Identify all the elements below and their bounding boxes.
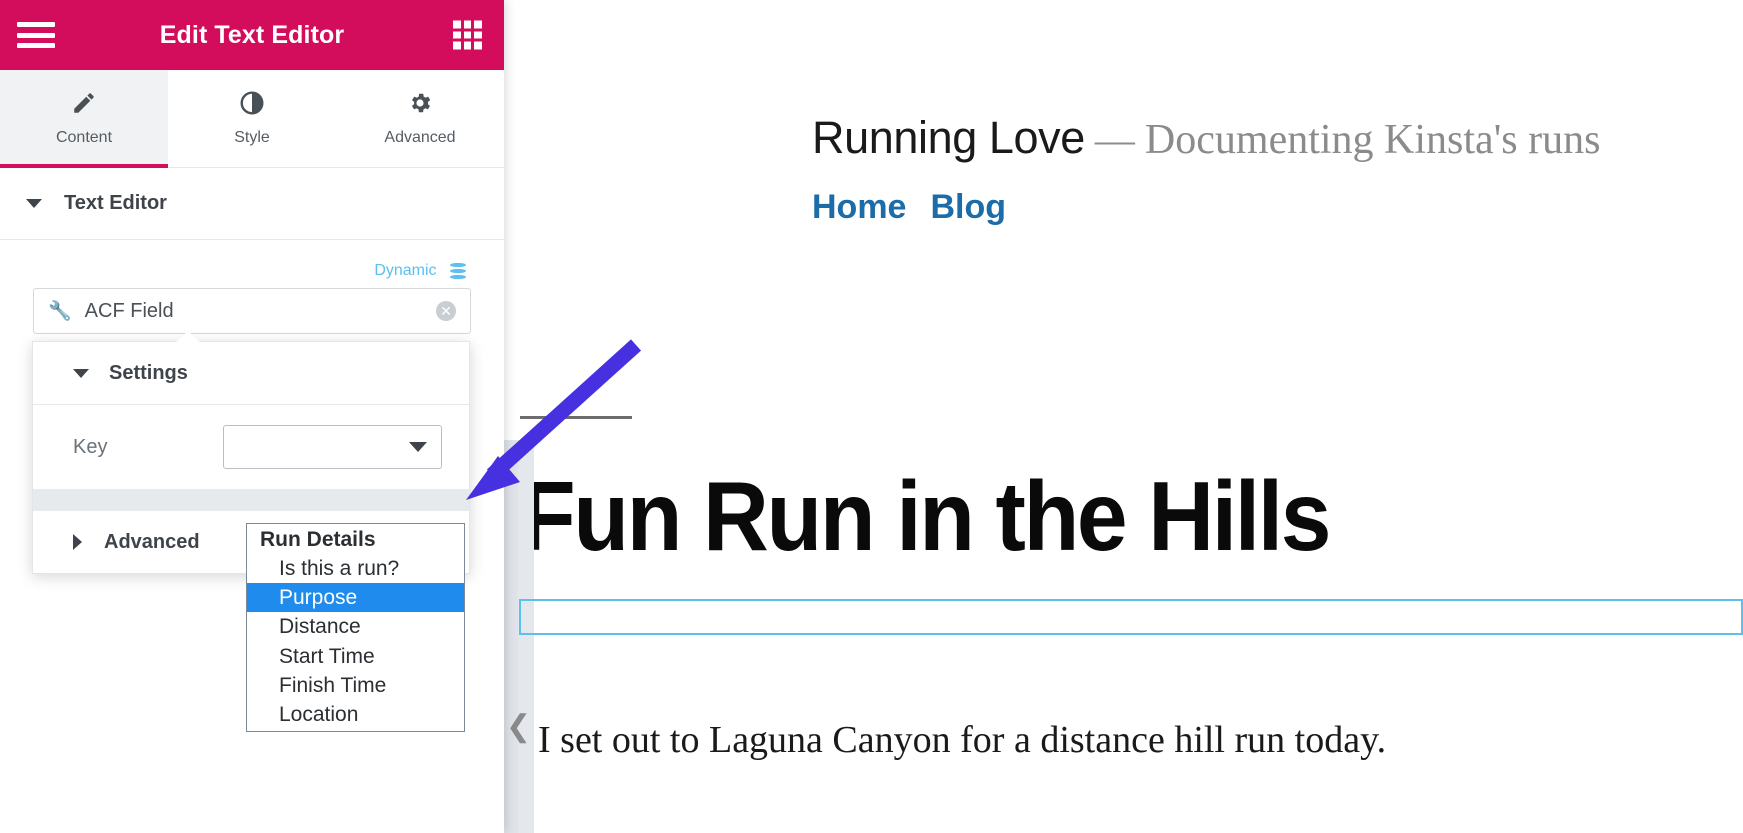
dropdown-option[interactable]: Distance [247,612,464,641]
dropdown-option[interactable]: Start Time [247,642,464,671]
site-nav: Home Blog [812,188,1030,227]
section-text-editor-label: Text Editor [64,192,167,214]
panel-title: Edit Text Editor [159,20,345,49]
contrast-icon [239,90,265,120]
acf-field-tag[interactable]: 🔧 ACF Field ✕ [33,288,471,335]
key-dropdown-list[interactable]: Run Details Is this a run? Purpose Dista… [246,523,465,733]
chevron-left-icon[interactable]: ❮ [506,712,531,742]
wrench-icon[interactable]: 🔧 [48,299,72,323]
site-title: Running Love [812,112,1085,163]
tab-style[interactable]: Style [168,70,336,167]
dropdown-option[interactable]: Is this a run? [247,554,464,583]
nav-link-home[interactable]: Home [812,188,906,226]
tab-advanced-label: Advanced [384,129,456,146]
dynamic-toggle-row: Dynamic [0,240,504,288]
tab-content[interactable]: Content [0,70,168,168]
chevron-down-icon [73,368,89,378]
key-control-row: Key [33,405,469,489]
key-label: Key [73,435,108,458]
panel-header: Edit Text Editor [0,0,504,70]
selected-widget-outline[interactable] [519,599,1743,635]
nav-link-blog[interactable]: Blog [930,188,1006,226]
key-select[interactable] [223,425,442,469]
tab-style-label: Style [234,129,270,146]
dropdown-option[interactable]: Location [247,700,464,729]
tab-content-label: Content [55,129,113,146]
canvas-left-shade-inner [504,440,518,833]
popover-divider [33,489,469,511]
dropdown-option[interactable]: Finish Time [247,671,464,700]
post-title: Fun Run in the Hills [520,461,1331,571]
grid-icon[interactable] [453,20,482,50]
tab-advanced[interactable]: Advanced [336,70,504,167]
dropdown-group-label: Run Details [260,528,376,551]
pencil-icon [71,90,97,120]
acf-tag-wrap: 🔧 ACF Field ✕ [0,288,504,335]
site-header: Running Love — Documenting Kinsta's runs [812,112,1642,164]
chevron-down-icon [26,199,42,208]
database-icon[interactable] [450,262,466,280]
site-title-separator: — [1094,117,1135,162]
screen: Running Love — Documenting Kinsta's runs H… [0,0,1743,833]
gear-icon [407,90,433,120]
panel-tabs: Content Style Advanced [0,70,504,168]
acf-field-tag-label: ACF Field [84,299,174,322]
dynamic-label[interactable]: Dynamic [374,262,436,279]
post-body-text: I set out to Laguna Canyon for a distanc… [538,719,1387,761]
chevron-right-icon [73,534,82,550]
site-tagline: Documenting Kinsta's runs [1144,117,1601,163]
popover-settings-label: Settings [109,361,188,384]
hamburger-icon[interactable] [17,22,55,48]
dropdown-option[interactable]: Purpose [247,583,464,613]
popover-advanced-label: Advanced [104,530,200,553]
chevron-down-icon [409,442,427,452]
post-divider [520,416,632,419]
popover-settings-header[interactable]: Settings [33,342,469,405]
section-text-editor[interactable]: Text Editor [0,168,504,240]
clear-circle-icon[interactable]: ✕ [436,301,456,322]
